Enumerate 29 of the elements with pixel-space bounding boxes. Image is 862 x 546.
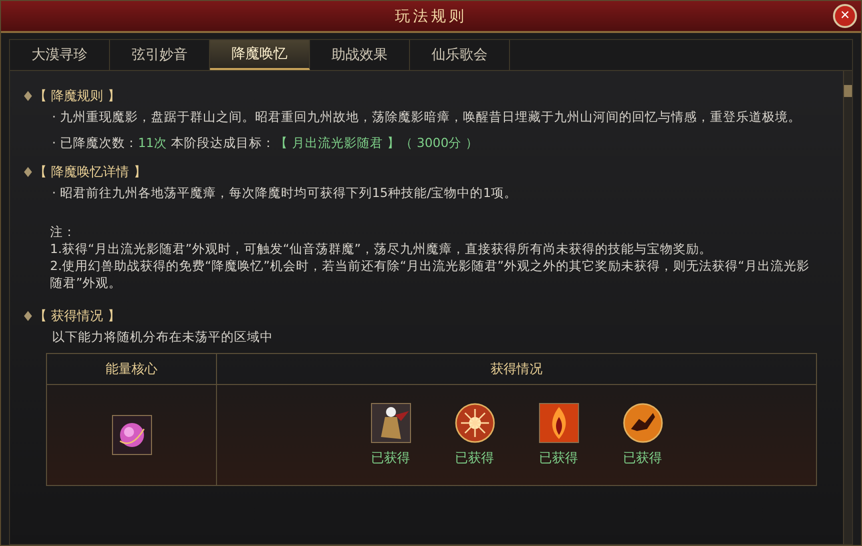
note-text: 注：: [50, 223, 77, 240]
section-heading: 【 降魔规则 】: [34, 88, 120, 105]
sunburst-icon: [454, 403, 494, 443]
paragraph: · 已降魔次数：11次 本阶段达成目标：【 月出流光影随君 】（ 3000分 ）: [52, 134, 480, 152]
flame-icon: [538, 403, 578, 443]
note-text: 1.获得“月出流光影随君”外观时，可触发“仙音荡群魔”，荡尽九州魔瘴，直接获得所有尚未获得的技能与宝物奖励。: [50, 240, 713, 257]
paragraph: · 昭君前往九州各地荡平魔瘴，每次降魔时均可获得下列15种技能/宝物中的1项。: [52, 184, 518, 202]
status-text: 已获得: [539, 450, 578, 467]
tab[interactable]: 降魔唤忆: [210, 40, 310, 70]
note-text: 2.使用幻兽助战获得的免费“降魔唤忆”机会时，若当前还有除“月出流光影随君”外观之外的其它奖励未获得，则无法获得“月出流光影随君”外观。: [50, 257, 810, 291]
diamond-icon: [24, 167, 32, 177]
orb-icon: [112, 415, 152, 455]
status-text: 已获得: [623, 450, 662, 467]
close-button[interactable]: ×: [833, 4, 857, 28]
figure-icon: [370, 403, 410, 443]
tab[interactable]: 大漠寻珍: [10, 40, 110, 70]
status-text: 已获得: [455, 450, 494, 467]
section-heading: 【 获得情况 】: [34, 308, 120, 325]
silhouette-icon: [622, 403, 662, 443]
section-heading: 【 降魔唤忆详情 】: [34, 164, 146, 181]
tab[interactable]: 助战效果: [310, 40, 410, 70]
status-text: 已获得: [371, 450, 410, 467]
diamond-icon: [24, 91, 32, 101]
paragraph: 以下能力将随机分布在未荡平的区域中: [52, 328, 274, 346]
scrollbar[interactable]: [843, 71, 852, 544]
tab[interactable]: 仙乐歌会: [410, 40, 510, 70]
window-title: 玩法规则: [395, 6, 467, 26]
diamond-icon: [24, 311, 32, 321]
paragraph: · 九州重现魔影，盘踞于群山之间。昭君重回九州故地，荡除魔影暗瘴，唤醒昔日埋藏于九州山河间的回忆与情感，重登乐道极境。: [52, 108, 802, 126]
